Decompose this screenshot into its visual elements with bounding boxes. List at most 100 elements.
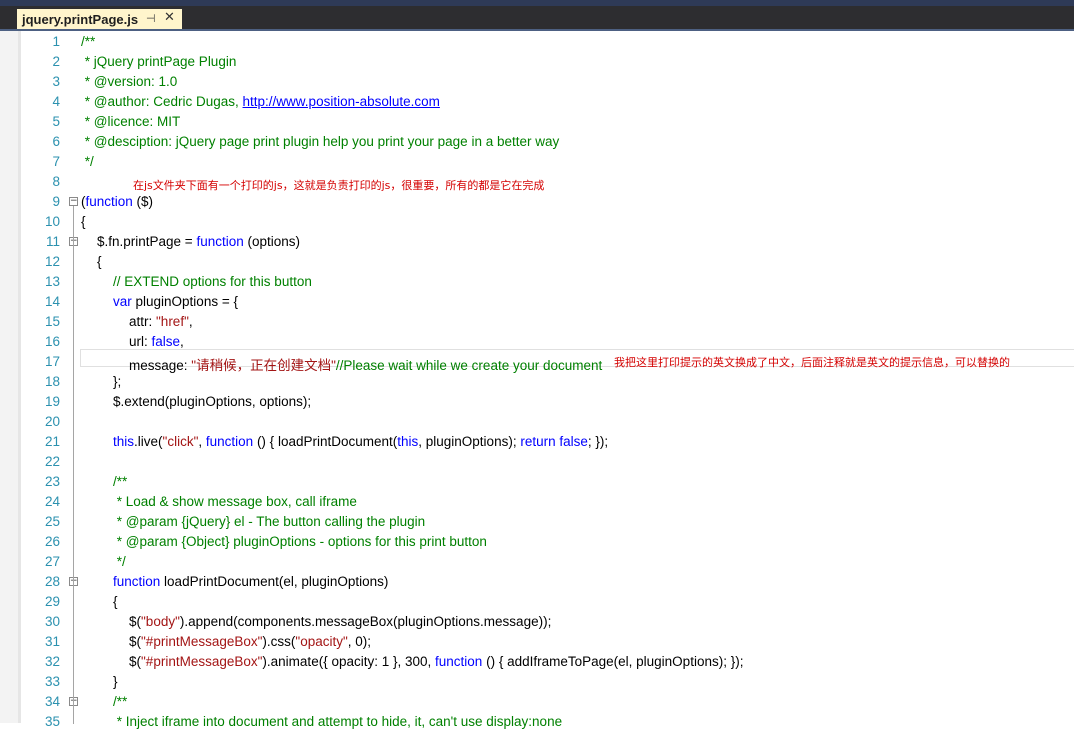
code-token: * @param {Object} pluginOptions - option…: [113, 534, 487, 549]
annotation-note: 在js文件夹下面有一个打印的js，这就是负责打印的js，很重要，所有的都是它在完…: [133, 179, 545, 192]
tab-jquery-printpage[interactable]: jquery.printPage.js ⊣ ✕: [17, 9, 182, 29]
code-token: * @author: Cedric Dugas,: [81, 94, 243, 109]
code-token: (options): [243, 234, 301, 249]
code-text: /**: [81, 34, 95, 49]
code-line[interactable]: 3 * @version: 1.0: [0, 72, 1074, 92]
code-line[interactable]: 18};: [0, 372, 1074, 392]
code-text: * @param {Object} pluginOptions - option…: [113, 534, 487, 549]
code-line[interactable]: 33}: [0, 672, 1074, 692]
code-line[interactable]: 8 在js文件夹下面有一个打印的js，这就是负责打印的js，很重要，所有的都是它在…: [0, 172, 1074, 192]
code-text: * @param {jQuery} el - The button callin…: [113, 514, 425, 529]
code-line[interactable]: 5 * @licence: MIT: [0, 112, 1074, 132]
code-text: * @desciption: jQuery page print plugin …: [81, 134, 560, 149]
line-number: 1: [52, 34, 60, 49]
code-token: function: [435, 654, 483, 669]
code-line[interactable]: 4 * @author: Cedric Dugas, http://www.po…: [0, 92, 1074, 112]
code-line[interactable]: 23 /**: [0, 472, 1074, 492]
code-line[interactable]: 22: [0, 452, 1074, 472]
code-token: message:: [129, 358, 192, 373]
code-text: (function ($): [81, 194, 153, 209]
code-line[interactable]: 9− (function ($): [0, 192, 1074, 212]
code-text: // EXTEND options for this button: [113, 274, 312, 289]
code-token: {: [81, 214, 86, 229]
line-number: 29: [44, 594, 60, 609]
code-line[interactable]: 14 var pluginOptions = {: [0, 292, 1074, 312]
code-token: */: [81, 154, 94, 169]
code-text: * Load & show message box, call iframe: [113, 494, 357, 509]
line-number: 5: [52, 114, 60, 129]
code-text: attr: "href",: [129, 314, 193, 329]
code-line[interactable]: 17 message: "请稍候，正在创建文档"//Please wait whi…: [0, 352, 1074, 373]
code-line[interactable]: 28−function loadPrintDocument(el, plugin…: [0, 572, 1074, 592]
code-token: url:: [129, 334, 152, 349]
code-line[interactable]: 26 * @param {Object} pluginOptions - opt…: [0, 532, 1074, 552]
line-number: 25: [44, 514, 60, 529]
line-number: 20: [44, 414, 60, 429]
line-number: 19: [44, 394, 60, 409]
code-token: () { addIframeToPage(el, pluginOptions);…: [482, 654, 744, 669]
line-number: 33: [44, 674, 60, 689]
editor-tab-bar: jquery.printPage.js ⊣ ✕: [0, 0, 1074, 31]
code-text: * @licence: MIT: [81, 114, 180, 129]
code-text: {: [97, 254, 102, 269]
code-token: "click": [162, 434, 199, 449]
code-line[interactable]: 11−$.fn.printPage = function (options): [0, 232, 1074, 252]
code-line[interactable]: 29 {: [0, 592, 1074, 612]
code-line[interactable]: 19 $.extend(pluginOptions, options);: [0, 392, 1074, 412]
code-token: var: [113, 294, 132, 309]
line-number: 22: [44, 454, 60, 469]
code-text: * jQuery printPage Plugin: [81, 54, 237, 69]
fold-guide: [73, 586, 74, 684]
code-line[interactable]: 10 {: [0, 212, 1074, 232]
code-link[interactable]: http://www.position-absolute.com: [243, 94, 440, 109]
code-token: };: [113, 374, 122, 389]
code-token: () { loadPrintDocument(: [253, 434, 398, 449]
code-token: $.extend(pluginOptions, options);: [113, 394, 312, 409]
code-token: pluginOptions = {: [131, 294, 238, 309]
line-number: 30: [44, 614, 60, 629]
pin-icon[interactable]: ⊣: [146, 12, 156, 25]
code-line[interactable]: 15 attr: "href",: [0, 312, 1074, 332]
line-number: 8: [52, 174, 60, 189]
line-number: 34: [44, 694, 60, 709]
code-token: return: [520, 434, 556, 449]
code-text: /**: [113, 694, 127, 709]
code-line[interactable]: 7 */: [0, 152, 1074, 172]
code-line[interactable]: 35 * Inject iframe into document and att…: [0, 712, 1074, 732]
code-line[interactable]: 27 */: [0, 552, 1074, 572]
line-number: 24: [44, 494, 60, 509]
code-editor[interactable]: 1/** 2 * jQuery printPage Plugin 3 * @vers…: [0, 31, 1074, 729]
line-number: 2: [52, 54, 60, 69]
line-number: 23: [44, 474, 60, 489]
code-token: ).animate({ opacity: 1 }, 300,: [262, 654, 436, 669]
code-line[interactable]: 31 $("#printMessageBox").css("opacity", 0…: [0, 632, 1074, 652]
code-token: ,: [188, 314, 193, 329]
code-line[interactable]: 30 $("body").append(components.messageBox…: [0, 612, 1074, 632]
code-text: * @author: Cedric Dugas, http://www.posi…: [81, 94, 440, 109]
close-icon[interactable]: ✕: [164, 10, 175, 25]
code-text: * @version: 1.0: [81, 74, 178, 89]
code-line[interactable]: 6 * @desciption: jQuery page print plugi…: [0, 132, 1074, 152]
code-token: "href": [156, 314, 189, 329]
code-line[interactable]: 16 url: false,: [0, 332, 1074, 352]
code-line[interactable]: 12 {: [0, 252, 1074, 272]
line-number: 12: [44, 254, 60, 269]
code-line[interactable]: 20: [0, 412, 1074, 432]
code-token: function: [113, 574, 161, 589]
code-line[interactable]: 21 this.live("click", function () { loadP…: [0, 432, 1074, 452]
code-line[interactable]: 24 * Load & show message box, call ifram…: [0, 492, 1074, 512]
code-line[interactable]: 13 // EXTEND options for this button: [0, 272, 1074, 292]
code-token: ,: [198, 434, 206, 449]
code-line[interactable]: 25 * @param {jQuery} el - The button cal…: [0, 512, 1074, 532]
code-token: // EXTEND options for this button: [113, 274, 312, 289]
code-text: $("#printMessageBox").css("opacity", 0);: [129, 634, 371, 649]
code-line[interactable]: 34−/**: [0, 692, 1074, 712]
code-line[interactable]: 1 /**: [0, 32, 1074, 52]
code-line[interactable]: 32 $("#printMessageBox").animate({ opacit…: [0, 652, 1074, 672]
code-token: this: [113, 434, 135, 449]
code-text: function loadPrintDocument(el, pluginOpt…: [113, 574, 388, 589]
code-line[interactable]: 2 * jQuery printPage Plugin: [0, 52, 1074, 72]
code-text: {: [81, 214, 86, 229]
code-token: /**: [113, 474, 128, 489]
collapse-icon[interactable]: −: [69, 197, 78, 206]
